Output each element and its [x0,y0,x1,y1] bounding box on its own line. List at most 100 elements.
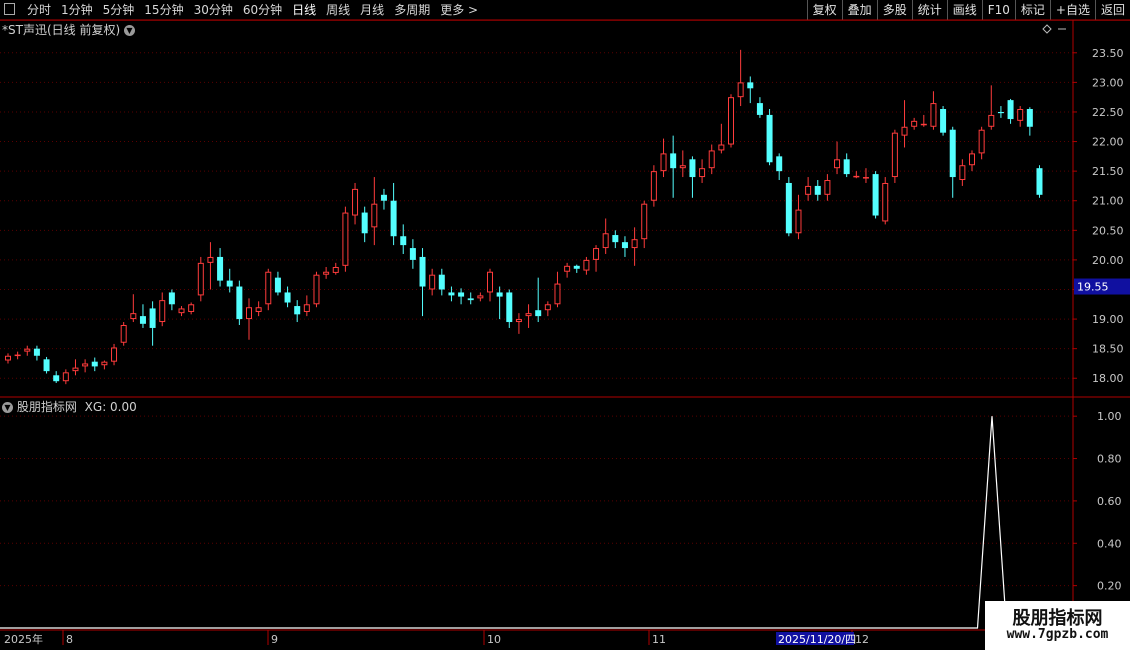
candle-body-46 [448,292,455,296]
candle-body-5 [53,375,60,382]
candle-body-39 [380,194,387,201]
candle-body-37 [361,212,368,234]
candle-body-83 [805,185,812,195]
candle-body-3 [33,348,40,356]
candle-body-80 [776,156,783,172]
ind-y-tick-label-3: 0.80 [1097,453,1122,466]
candle-body-23 [226,280,233,287]
candle-body-33 [323,271,330,275]
candle-body-27 [265,271,272,305]
candle-body-88 [853,175,860,178]
candle-body-102 [988,114,995,127]
candle-body-69 [670,153,677,169]
candle-body-62 [602,233,609,249]
candle-body-91 [882,182,889,222]
candle-body-67 [650,171,657,201]
ind-y-tick-label-4: 1.00 [1097,410,1122,423]
x-month-label-4: 12 [855,633,869,646]
candle-body-0 [5,355,11,361]
candle-body-98 [949,129,956,178]
candle-body-74 [718,144,725,151]
candle-body-89 [862,177,869,179]
diamond-icon [1042,24,1052,34]
candle-body-50 [487,271,493,293]
candle-body-66 [641,203,648,240]
candle-body-9 [91,361,98,367]
chart-canvas: 18.0018.5019.0019.5020.0020.5021.0021.50… [0,19,1130,650]
candle-body-68 [660,153,667,172]
candle-body-36 [352,188,359,216]
candle-body-64 [621,242,628,249]
candle-body-11 [111,347,118,362]
candle-body-35 [342,212,349,266]
candle-body-106 [1026,109,1033,127]
candle-body-52 [506,292,513,323]
candle-body-44 [429,274,436,290]
candle-body-4 [43,359,50,372]
candle-body-79 [766,114,773,163]
candle-body-7 [72,367,79,372]
candle-body-94 [911,120,918,127]
candle-body-59 [573,265,580,269]
candle-body-97 [940,109,947,133]
candle-body-73 [708,150,715,169]
candle-body-81 [785,182,792,234]
candle-body-53 [515,319,522,323]
candle-body-31 [303,304,310,312]
x-month-label-2: 10 [487,633,501,646]
candle-body-1 [14,354,21,357]
candle-body-16 [159,300,166,323]
candle-body-99 [959,165,966,181]
candle-body-63 [612,235,619,243]
candle-body-70 [679,165,686,169]
xg-line [0,416,1050,629]
candle-body-10 [101,361,108,366]
candle-body-48 [467,298,474,301]
candle-body-78 [756,103,763,115]
candle-body-17 [168,292,175,305]
candle-body-95 [920,123,927,126]
candle-body-82 [795,209,802,234]
y-tick-label-4: 20.00 [1092,254,1124,267]
candle-body-51 [496,292,503,297]
candle-body-105 [1017,109,1024,121]
x-year-label: 2025年 [4,632,43,646]
x-month-label-3: 11 [652,633,666,646]
y-tick-label-0: 18.00 [1092,372,1124,385]
candle-body-107 [1036,168,1043,195]
candle-body-45 [438,274,445,290]
y-tick-label-9: 22.50 [1092,106,1124,119]
candle-body-40 [390,200,397,237]
candle-body-54 [525,313,532,317]
y-tick-label-11: 23.50 [1092,47,1124,60]
candle-body-56 [544,304,551,311]
candle-body-30 [294,306,301,315]
candle-body-76 [737,82,744,98]
candle-body-20 [197,262,204,296]
candle-body-14 [139,316,146,324]
candle-body-57 [554,283,561,305]
candle-body-47 [458,292,465,297]
candle-body-18 [178,308,185,314]
candle-body-29 [284,292,291,303]
candle-body-84 [814,185,821,195]
candle-body-92 [891,132,898,178]
y-tick-label-6: 21.00 [1092,195,1124,208]
candle-body-93 [901,126,908,136]
ind-y-tick-label-0: 0.20 [1097,580,1122,593]
candle-body-72 [699,168,706,178]
candle-body-86 [834,159,841,169]
candle-body-41 [400,236,407,246]
candle-body-38 [371,203,378,228]
cursor-date-label: 2025/11/20/四 [778,633,856,646]
candle-body-28 [274,277,281,293]
candle-body-34 [332,267,339,273]
candle-body-77 [747,82,754,89]
candle-body-21 [207,256,214,263]
y-tick-label-8: 22.00 [1092,136,1124,149]
candle-body-42 [409,248,416,260]
candle-body-19 [188,304,195,312]
price-tag-label: 19.55 [1077,281,1109,294]
y-tick-label-5: 20.50 [1092,224,1124,237]
candle-body-49 [477,295,484,299]
